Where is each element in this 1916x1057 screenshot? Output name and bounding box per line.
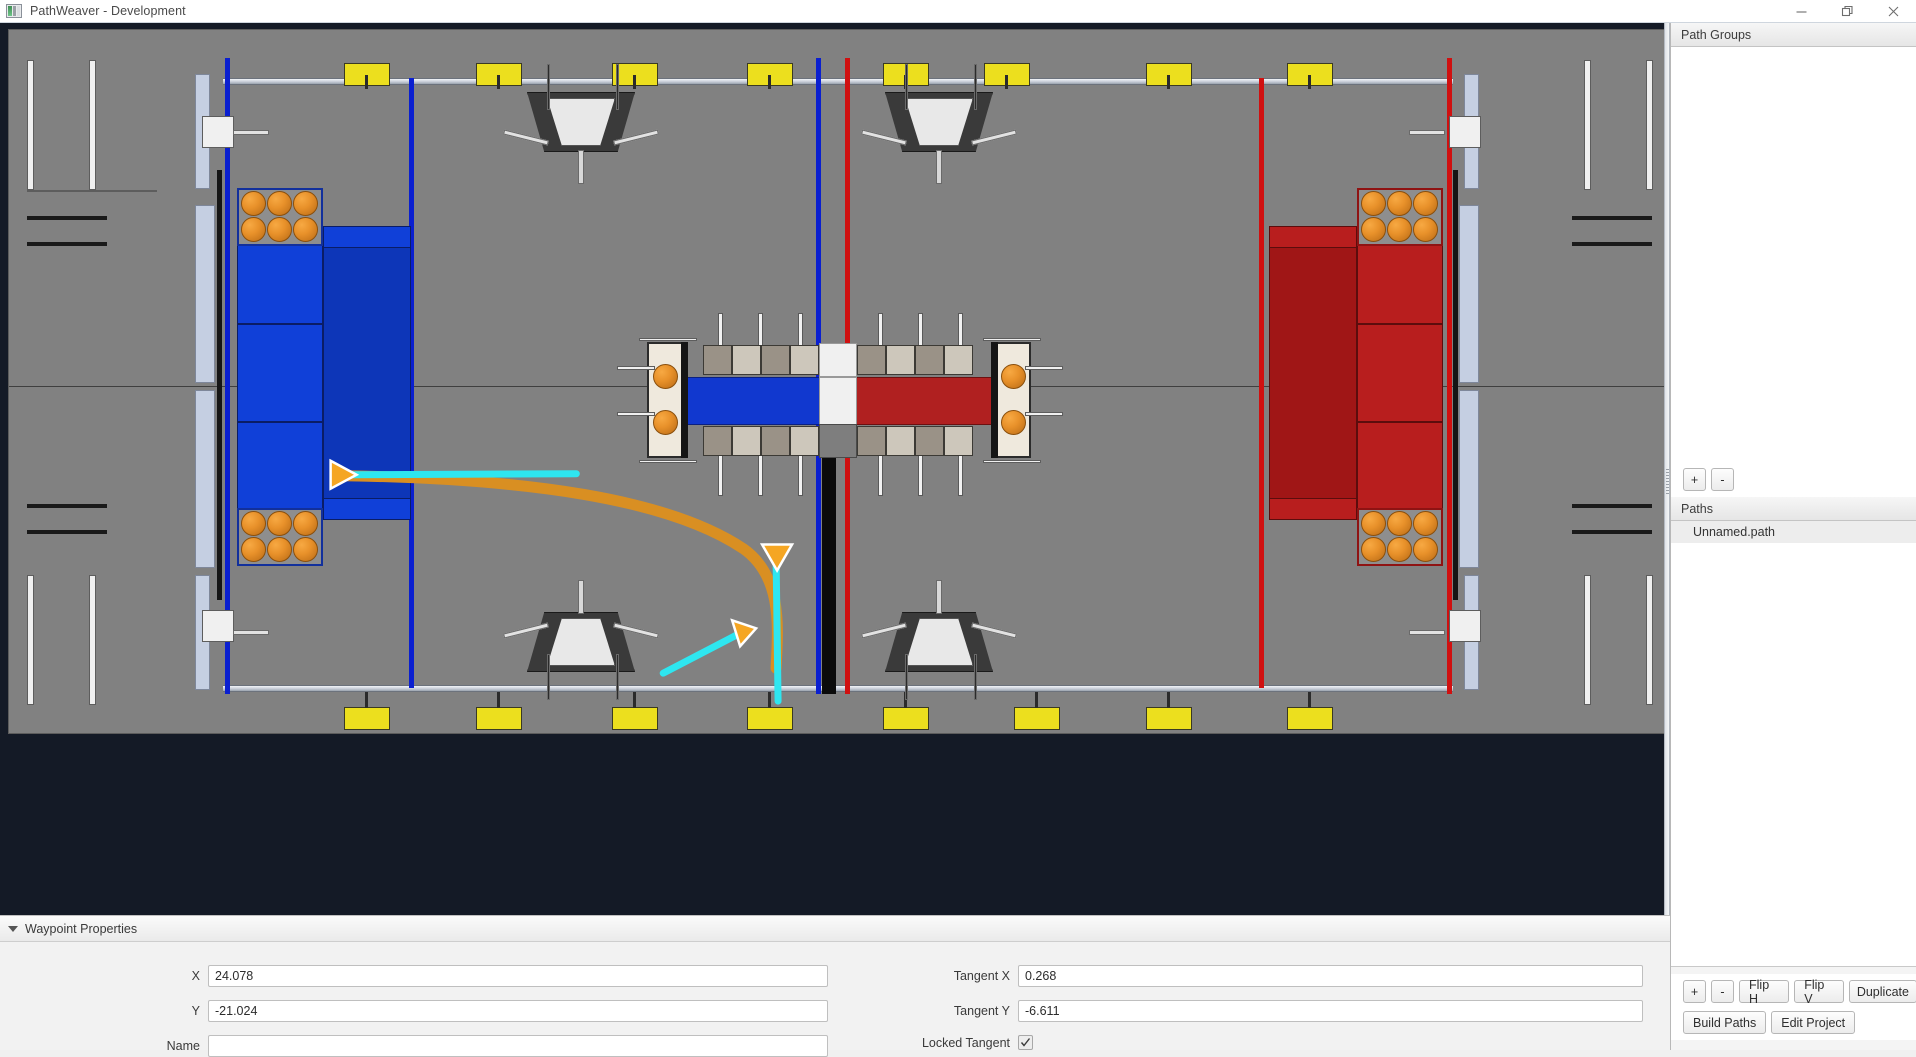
paths-list[interactable]: Unnamed.path (1671, 521, 1916, 946)
tangent-y-field-row: Tangent Y -6.611 (845, 1000, 1665, 1022)
minimize-button[interactable] (1778, 0, 1824, 22)
title-bar: PathWeaver - Development (0, 0, 1916, 23)
x-label: X (0, 969, 200, 983)
tangent-line-2[interactable] (663, 635, 736, 673)
remove-path-group-button[interactable]: - (1711, 468, 1734, 491)
waypoint-properties-header[interactable]: Waypoint Properties (0, 916, 1670, 942)
paths-header: Paths (1671, 497, 1916, 521)
y-label: Y (0, 1004, 200, 1018)
name-label: Name (0, 1039, 200, 1053)
locked-tangent-row: Locked Tangent (845, 1035, 1033, 1050)
chevron-down-icon[interactable] (8, 926, 18, 932)
path-groups-title: Path Groups (1681, 28, 1751, 42)
waypoint-properties-panel: Waypoint Properties X 24.078 Y -21.024 N… (0, 915, 1670, 1050)
build-paths-button[interactable]: Build Paths (1683, 1011, 1766, 1034)
name-field-row: Name (0, 1035, 835, 1057)
waypoint-properties-title: Waypoint Properties (25, 922, 137, 936)
path-groups-list[interactable] (1671, 47, 1916, 462)
locked-tangent-label: Locked Tangent (845, 1036, 1010, 1050)
right-panel: Path Groups + - Paths Unnamed.path + - F… (1670, 23, 1916, 1050)
path-groups-buttons: + - (1671, 462, 1916, 497)
paths-title: Paths (1681, 502, 1713, 516)
locked-tangent-checkbox[interactable] (1018, 1035, 1033, 1050)
pathweaver-icon (6, 4, 22, 18)
close-button[interactable] (1870, 0, 1916, 22)
tangent-line-1[interactable] (776, 558, 778, 701)
tangent-line-0[interactable] (349, 474, 577, 475)
start-waypoint[interactable] (331, 461, 357, 489)
add-path-button[interactable]: + (1683, 980, 1706, 1003)
workspace: Waypoint Properties X 24.078 Y -21.024 N… (0, 23, 1916, 1050)
field-view-container[interactable] (0, 23, 1670, 915)
splitter-grip[interactable] (1666, 469, 1669, 495)
window-title: PathWeaver - Development (30, 4, 186, 18)
field-empty-area (0, 734, 1670, 915)
path-groups-header: Path Groups (1671, 23, 1916, 47)
path-item-label: Unnamed.path (1693, 525, 1775, 539)
tangent-x-label: Tangent X (845, 969, 1010, 983)
tangent-y-label: Tangent Y (845, 1004, 1010, 1018)
x-field-row: X 24.078 (0, 965, 835, 987)
remove-path-button[interactable]: - (1711, 980, 1734, 1003)
duplicate-path-button[interactable]: Duplicate (1849, 980, 1916, 1003)
path-overlay[interactable] (9, 30, 1668, 733)
name-input[interactable] (208, 1035, 828, 1057)
list-item[interactable]: Unnamed.path (1671, 521, 1916, 543)
end-waypoint[interactable] (732, 620, 756, 646)
tangent-x-input[interactable]: 0.268 (1018, 965, 1643, 987)
y-field-row: Y -21.024 (0, 1000, 835, 1022)
path-spline[interactable] (345, 476, 778, 668)
tangent-y-input[interactable]: -6.611 (1018, 1000, 1643, 1022)
path-controls-row: + - Flip H Flip V Duplicate (1671, 974, 1916, 1009)
window-controls (1778, 0, 1916, 22)
tangent-x-field-row: Tangent X 0.268 (845, 965, 1665, 987)
restore-button[interactable] (1824, 0, 1870, 22)
x-input[interactable]: 24.078 (208, 965, 828, 987)
edit-project-button[interactable]: Edit Project (1771, 1011, 1855, 1034)
project-controls-row: Build Paths Edit Project (1671, 1009, 1916, 1040)
y-input[interactable]: -21.024 (208, 1000, 828, 1022)
flip-horizontal-button[interactable]: Flip H (1739, 980, 1789, 1003)
add-path-group-button[interactable]: + (1683, 468, 1706, 491)
flip-vertical-button[interactable]: Flip V (1794, 980, 1844, 1003)
path-action-controls: + - Flip H Flip V Duplicate Build Paths … (1671, 966, 1916, 1050)
frc-field-image[interactable] (8, 29, 1669, 734)
